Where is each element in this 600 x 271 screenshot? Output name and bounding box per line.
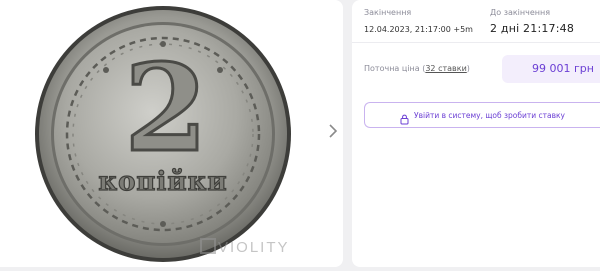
lock-icon <box>400 110 409 124</box>
divider <box>352 42 600 43</box>
auction-panel: Закінчення 12.04.2023, 21:17:00 +5m До з… <box>352 0 600 267</box>
end-value: 12.04.2023, 21:17:00 +5m <box>364 25 473 34</box>
bids-link[interactable]: 32 ставки <box>425 64 466 73</box>
price-row: Поточна ціна (32 ставки) 99 001 грн <box>364 55 600 83</box>
watermark: VIOLITY <box>200 238 290 256</box>
image-gallery: 2 копійки VIOLITY <box>0 0 343 267</box>
chevron-right-icon[interactable] <box>326 121 340 141</box>
price-label-group: Поточна ціна (32 ставки) <box>364 64 470 73</box>
login-button-label: Увійти в систему, щоб зробити ставку <box>414 110 565 120</box>
login-to-bid-button[interactable]: Увійти в систему, щоб зробити ставку <box>364 102 600 128</box>
remaining-label: До закінчення <box>490 8 551 17</box>
watermark-text: VIOLITY <box>218 239 290 256</box>
price-label: Поточна ціна <box>364 64 420 73</box>
remaining-time-block: До закінчення 2 дні 21:17:48 <box>490 8 574 35</box>
end-label: Закінчення <box>364 8 412 17</box>
coin-word: копійки <box>98 167 227 197</box>
end-time-block: Закінчення 12.04.2023, 21:17:00 +5m <box>364 8 473 34</box>
remaining-value: 2 дні 21:17:48 <box>490 22 575 35</box>
coin-numeral: 2 <box>124 38 208 179</box>
coin-photo[interactable]: 2 копійки <box>6 0 320 267</box>
current-price: 99 001 грн <box>532 62 594 75</box>
coin-image: 2 копійки <box>35 6 291 262</box>
price-box: 99 001 грн <box>502 55 600 83</box>
